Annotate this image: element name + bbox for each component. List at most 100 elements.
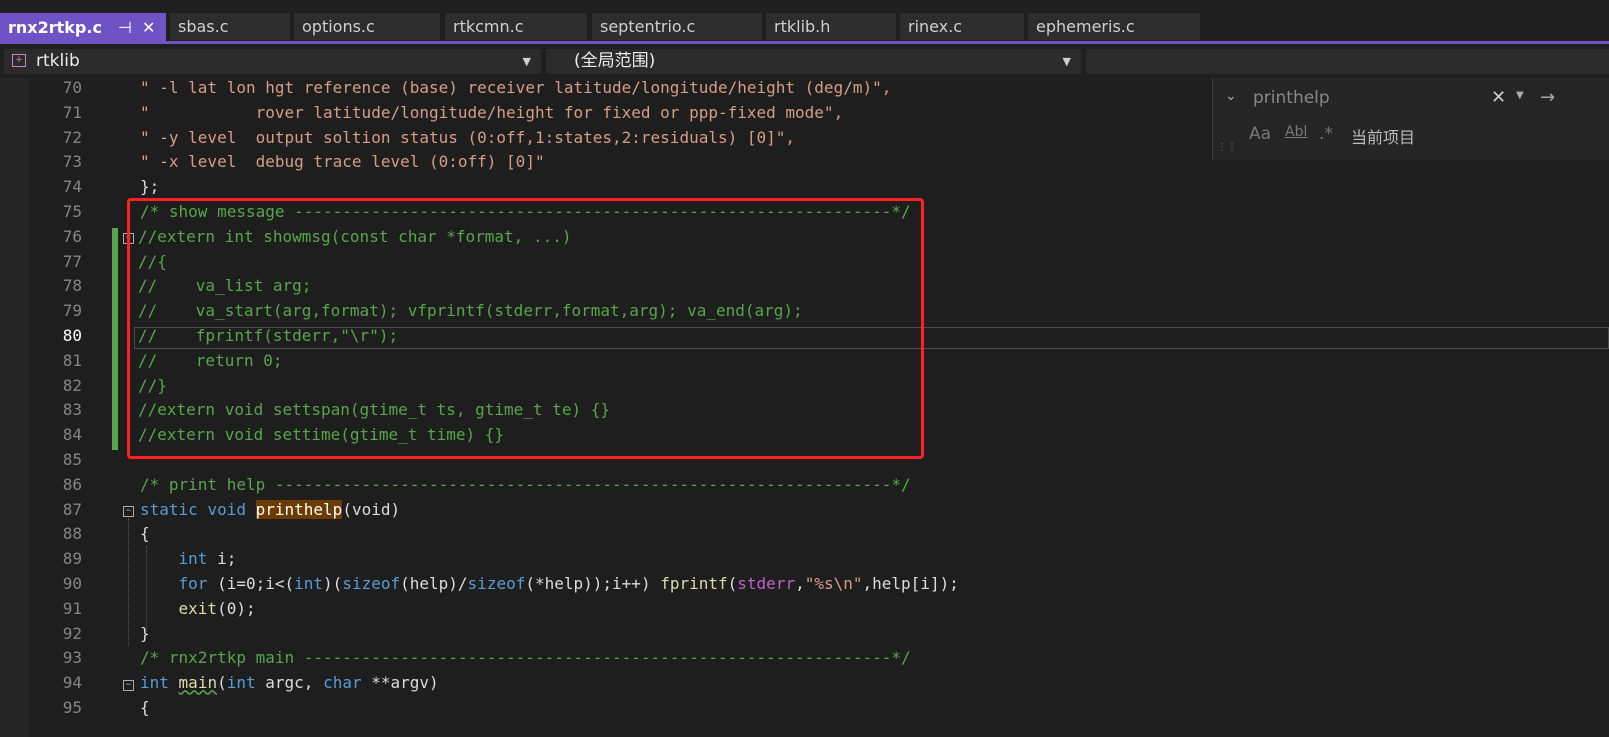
line-number: 74 [62,177,82,197]
tab-label: rtkcmn.c [453,17,524,36]
member-dropdown[interactable] [1086,49,1609,74]
tab-sbas[interactable]: sbas.c [170,13,290,40]
tab-rinex[interactable]: rinex.c [900,13,1024,40]
tab-label: options.c [302,17,375,36]
code-text: ( [727,574,738,593]
keyword: int [178,549,208,569]
code-text: (*help));i++) [525,574,661,593]
code-text: (help)/ [400,574,468,593]
keyword: static [140,499,198,519]
search-input[interactable]: printhelp [1253,88,1330,108]
collapse-icon[interactable]: − [123,680,134,691]
line-number: 75 [62,202,82,221]
close-icon[interactable]: ✕ [142,13,155,43]
code-line: int main(int argc, char **argv) [140,673,439,692]
project-icon: + [12,54,26,67]
tab-septentrio[interactable]: septentrio.c [592,13,762,40]
line-number: 90 [62,574,82,593]
pin-icon[interactable]: ⊣ [118,13,132,43]
keyword: sizeof [467,574,526,593]
tab-label: ephemeris.c [1036,17,1135,36]
code-text: argc, [255,673,324,693]
keyword: sizeof [342,574,401,593]
keyword: char [323,673,362,693]
code-line: " -x level debug trace level (0:off) [0]… [140,152,545,172]
line-number: 92 [62,623,82,643]
function-name: main [178,673,218,693]
code-line: for (i=0;i<(int)(sizeof(help)/sizeof(*he… [140,574,959,593]
tab-label: rtklib.h [774,17,831,36]
chevron-down-icon[interactable]: ▼ [1516,90,1524,101]
indent-guide [128,518,129,646]
navigation-bar: + rtklib ▼ (全局范围) ▼ [0,45,1609,78]
chevron-down-icon[interactable]: ⌄ [1225,88,1237,104]
line-number: 86 [62,474,82,494]
line-number: 76 [62,226,82,246]
tab-label: sbas.c [178,17,229,36]
tab-ephemeris[interactable]: ephemeris.c [1028,13,1200,40]
code-line: } [140,623,150,643]
resize-grip-icon[interactable]: ⋮⋮ [1217,142,1237,153]
search-scope[interactable]: 当前项目 [1351,124,1415,148]
tab-rtklib-h[interactable]: rtklib.h [766,13,896,40]
string-literal: "%s\n" [804,574,863,593]
chevron-down-icon: ▼ [522,55,531,68]
function-name: exit [178,598,218,618]
line-number: 72 [62,127,82,147]
code-line: int i; [140,549,237,569]
annotation-highlight-box [127,198,924,459]
tab-rnx2rtkp[interactable]: rnx2rtkp.c ⊣ ✕ [0,13,166,44]
arrow-right-icon[interactable]: → [1540,87,1555,108]
tab-label: rinex.c [908,17,963,36]
match-case-button[interactable]: Aa [1249,124,1271,144]
code-text: (0); [217,598,256,618]
code-line: " rover latitude/longitude/height for fi… [140,102,844,122]
line-number: 78 [62,276,82,296]
line-number: 71 [62,102,82,122]
code-line: /* rnx2rtkp main -----------------------… [140,648,911,668]
code-line: /* print help --------------------------… [140,474,911,494]
keyword: int [294,574,324,593]
tab-options[interactable]: options.c [294,13,440,40]
tab-rtkcmn[interactable]: rtkcmn.c [445,13,587,40]
line-number: 85 [62,450,82,469]
project-name: rtklib [36,51,80,71]
code-text: )( [323,574,343,593]
code-text: ,help[i]); [862,574,959,593]
indent-guide [146,546,147,634]
code-editor[interactable]: 70 71 72 73 74 75 76 77 78 79 80 81 82 8… [0,78,1609,737]
code-line: static void printhelp(void) [140,499,401,519]
whole-word-button[interactable]: Abl [1285,124,1307,140]
code-text: i; [207,549,237,569]
line-number: 77 [62,251,82,271]
project-dropdown[interactable]: + rtklib ▼ [4,49,541,74]
line-number: 79 [62,301,82,321]
line-number: 89 [62,549,82,569]
tab-bar: rnx2rtkp.c ⊣ ✕ sbas.c options.c rtkcmn.c… [0,0,1609,44]
line-number: 95 [62,698,82,717]
editor-left-margin [0,78,30,737]
code-text: , [795,574,805,593]
line-number: 84 [62,425,82,445]
scope-dropdown[interactable]: (全局范围) ▼ [546,49,1081,74]
line-number: 91 [62,598,82,618]
keyword: for [178,574,208,593]
tab-label: rnx2rtkp.c [8,18,102,37]
tab-label: septentrio.c [600,17,696,36]
regex-button[interactable]: .* [1319,124,1333,144]
line-number: 73 [62,152,82,172]
function-name: fprintf [660,574,728,593]
tab-accent-line [0,41,1609,44]
code-line: " -y level output soltion status (0:off,… [140,127,796,147]
code-text: (void) [342,499,401,519]
scope-name: (全局范围) [574,51,656,71]
keyword: int [226,673,256,693]
change-indicator [112,228,118,450]
code-line: " -l lat lon hgt reference (base) receiv… [140,78,892,97]
code-line: exit(0); [140,599,256,618]
collapse-icon[interactable]: − [123,506,134,517]
code-line: { [140,524,150,544]
chevron-down-icon: ▼ [1062,55,1071,68]
close-icon[interactable]: ✕ [1491,87,1506,108]
line-number: 82 [62,375,82,395]
